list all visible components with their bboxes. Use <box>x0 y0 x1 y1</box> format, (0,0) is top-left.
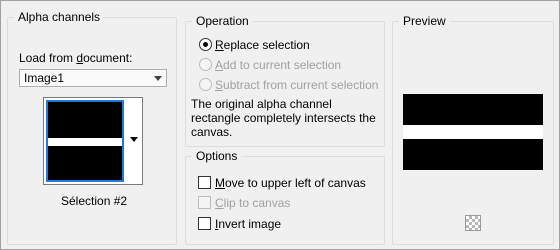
replace-selection-label[interactable]: Replace selection <box>215 38 310 52</box>
add-to-selection-radio[interactable] <box>199 58 212 71</box>
move-to-upper-left-checkbox[interactable] <box>198 176 211 189</box>
chevron-down-icon <box>154 76 162 81</box>
alpha-channel-thumbnail[interactable] <box>46 100 124 182</box>
document-dropdown[interactable]: Image1 <box>19 69 167 87</box>
document-dropdown-value: Image1 <box>24 71 65 85</box>
preview-title: Preview <box>399 14 450 28</box>
operation-description-line-3: canvas. <box>191 125 233 139</box>
preview-image <box>403 94 543 170</box>
clip-to-canvas-checkbox[interactable] <box>198 196 211 209</box>
alpha-channel-picker[interactable] <box>43 97 143 185</box>
alpha-channel-picker-button[interactable] <box>127 100 141 182</box>
caret-down-icon <box>130 137 138 142</box>
move-to-upper-left-label[interactable]: Move to upper left of canvas <box>215 176 366 190</box>
subtract-from-selection-label[interactable]: Subtract from current selection <box>215 78 378 92</box>
alpha-channels-dialog: Alpha channels Load from document: Image… <box>0 0 560 250</box>
options-title: Options <box>192 149 242 163</box>
preview-selection-stripe <box>403 125 543 139</box>
operation-description-line-1: The original alpha channel <box>191 97 332 111</box>
checkerboard-icon[interactable] <box>465 215 481 231</box>
load-from-document-label: Load from document: <box>19 51 133 65</box>
operation-title: Operation <box>192 14 253 28</box>
operation-description-line-2: rectangle completely intersects the <box>191 111 376 125</box>
alpha-channels-title: Alpha channels <box>14 10 105 24</box>
clip-to-canvas-label[interactable]: Clip to canvas <box>215 196 290 210</box>
add-to-selection-label[interactable]: Add to current selection <box>215 58 341 72</box>
replace-selection-radio[interactable] <box>199 38 212 51</box>
invert-image-label[interactable]: Invert image <box>215 217 281 231</box>
selection-name-label: Sélection #2 <box>61 194 128 208</box>
thumbnail-selection-stripe <box>48 138 122 146</box>
subtract-from-selection-radio[interactable] <box>199 78 212 91</box>
invert-image-checkbox[interactable] <box>198 217 211 230</box>
